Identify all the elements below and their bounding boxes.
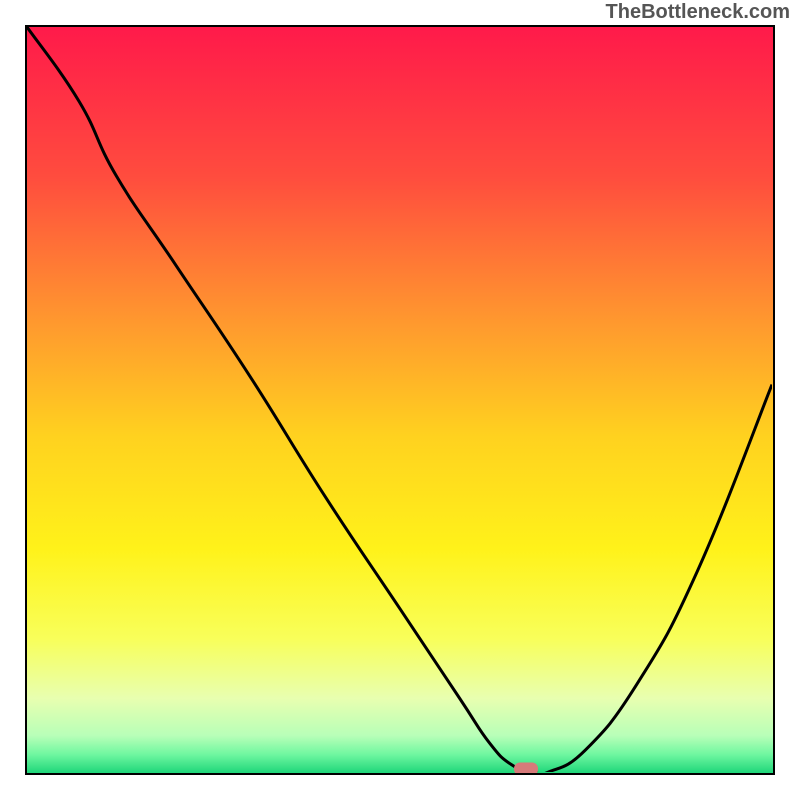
curve-svg [27,27,772,772]
watermark-text: TheBottleneck.com [606,1,790,24]
bottleneck-curve [27,27,772,772]
plot-area [25,25,775,775]
chart-container: TheBottleneck.com [0,0,800,800]
optimal-marker [514,763,538,775]
